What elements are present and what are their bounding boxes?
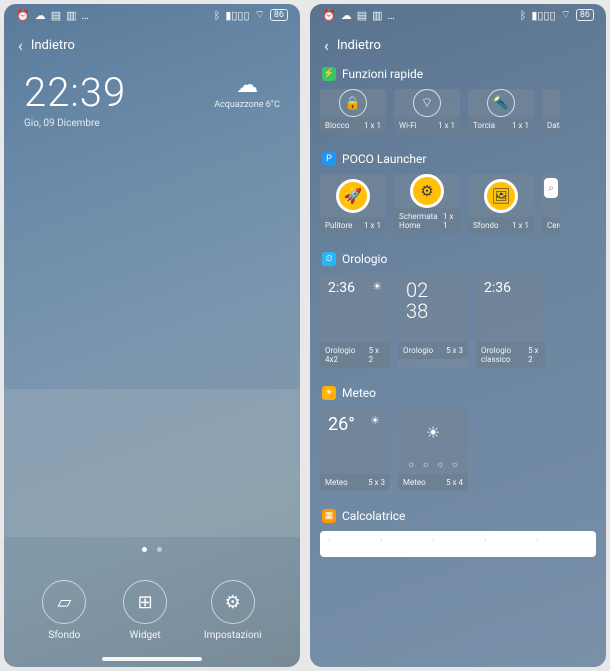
alarm-icon: ⏰: [16, 9, 30, 22]
chevron-left-icon: ‹: [18, 36, 23, 55]
icon-misc-1: ▤: [51, 9, 61, 22]
icon-misc-2: ▥: [372, 9, 382, 22]
section-orologio: ⏲ Orologio 2:36 ☀ Orologio 4x25 x 2 02 3…: [320, 248, 596, 368]
widget-orologio-4x2[interactable]: 2:36 ☀ Orologio 4x25 x 2: [320, 274, 390, 368]
settings-gear-icon: ⚙: [410, 174, 444, 208]
widget-meteo-5x3[interactable]: 26° ☀ Meteo5 x 3: [320, 408, 390, 491]
wifi-icon: ⌔: [413, 89, 441, 117]
signal-icon: ▮▯▯▯: [531, 9, 555, 22]
back-button[interactable]: ‹ Indietro: [4, 26, 300, 63]
status-bar: ⏰ ☁ ▤ ▥ … ᛒ ▮▯▯▯ ⌔ 86: [310, 4, 606, 26]
clock-date: Gio, 09 Dicembre: [24, 118, 126, 129]
calculator-icon: ▦: [322, 509, 336, 523]
widget-schermata-home[interactable]: ⚙ Schermata Home1 x 1: [394, 174, 460, 234]
bluetooth-icon: ᛒ: [520, 9, 527, 22]
alarm-icon: ⏰: [322, 9, 336, 22]
wallpaper-icon: ▱: [57, 592, 71, 613]
section-poco-launcher: P POCO Launcher 🚀 Pulitore1 x 1 ⚙ Scherm…: [320, 148, 596, 234]
wifi-icon: ⌔: [255, 8, 265, 22]
rain-cloud-icon: ☁: [236, 73, 258, 98]
weather-label: Acquazzone 6°C: [214, 100, 280, 110]
bottom-actions: ▱ Sfondo ⊞ Widget ⚙ Impostazioni: [4, 566, 300, 657]
section-title: Orologio: [342, 252, 387, 266]
sun-icon: ☀: [406, 414, 460, 450]
battery-indicator: 86: [576, 9, 594, 21]
widget-dati-peek[interactable]: Dati: [542, 89, 560, 134]
widget-sfondo[interactable]: 🖼 Sfondo1 x 1: [468, 174, 534, 234]
cloud-icon: ☁: [341, 9, 352, 22]
widget-calcolatrice[interactable]: ·····: [320, 531, 596, 557]
search-pill-icon: ⌕: [544, 178, 558, 198]
sun-icon: ☀: [372, 280, 382, 293]
home-indicator[interactable]: [102, 657, 202, 661]
clock-icon: ⏲: [322, 252, 336, 266]
signal-icon: ▮▯▯▯: [225, 9, 249, 22]
section-title: Funzioni rapide: [342, 67, 423, 81]
dot-active: [142, 547, 147, 552]
widget-blocco[interactable]: 🔒 Blocco1 x 1: [320, 89, 386, 134]
widget-meteo-5x4[interactable]: ☀ ☼☼☼☼ Meteo5 x 4: [398, 408, 468, 491]
lock-icon: 🔒: [339, 89, 367, 117]
action-widget[interactable]: ⊞ Widget: [123, 580, 167, 641]
action-sfondo[interactable]: ▱ Sfondo: [42, 580, 86, 641]
section-title: POCO Launcher: [342, 152, 426, 166]
widgets-icon: ⊞: [138, 592, 153, 613]
weather-icon: ☀: [322, 386, 336, 400]
back-label: Indietro: [31, 38, 75, 53]
widget-cerca-peek[interactable]: ⌕ Cerca: [542, 174, 560, 234]
icon-misc-1: ▤: [357, 9, 367, 22]
phone-right-widget-picker: ⏰ ☁ ▤ ▥ … ᛒ ▮▯▯▯ ⌔ 86 ‹ Indietro ⚡ Funzi…: [310, 4, 606, 667]
weather-widget[interactable]: ☁ Acquazzone 6°C: [214, 73, 280, 110]
section-title: Meteo: [342, 386, 376, 400]
flashlight-icon: 🔦: [487, 89, 515, 117]
cloud-icon: ☁: [35, 9, 46, 22]
section-title: Calcolatrice: [342, 509, 405, 523]
dot: [157, 547, 162, 552]
page-indicator: [4, 537, 300, 562]
lightning-icon: ⚡: [322, 67, 336, 81]
wifi-icon: ⌔: [561, 8, 571, 22]
widget-pulitore[interactable]: 🚀 Pulitore1 x 1: [320, 174, 386, 234]
more-icon: …: [82, 9, 89, 22]
widget-torcia[interactable]: 🔦 Torcia1 x 1: [468, 89, 534, 134]
status-bar: ⏰ ☁ ▤ ▥ … ᛒ ▮▯▯▯ ⌔ 86: [4, 4, 300, 26]
rocket-icon: 🚀: [336, 179, 370, 213]
widget-orologio-classico[interactable]: 2:36 Orologio classico5 x 2: [476, 274, 546, 368]
back-label: Indietro: [337, 38, 381, 53]
bluetooth-icon: ᛒ: [214, 9, 221, 22]
icon-misc-2: ▥: [66, 9, 76, 22]
sun-icon: ☀: [370, 414, 380, 427]
home-page-preview[interactable]: [4, 389, 300, 537]
section-meteo: ☀ Meteo 26° ☀ Meteo5 x 3 ☀ ☼☼☼☼ Meteo5: [320, 382, 596, 491]
clock-weather-row: 22:39 Gio, 09 Dicembre ☁ Acquazzone 6°C: [4, 63, 300, 129]
back-button[interactable]: ‹ Indietro: [310, 26, 606, 63]
phone-left-home-edit: ⏰ ☁ ▤ ▥ … ᛒ ▮▯▯▯ ⌔ 86 ‹ Indietro 22:39 G…: [4, 4, 300, 667]
widget-wifi[interactable]: ⌔ Wi-Fi1 x 1: [394, 89, 460, 134]
action-impostazioni[interactable]: ⚙ Impostazioni: [204, 580, 262, 641]
battery-indicator: 86: [270, 9, 288, 21]
gear-icon: ⚙: [225, 592, 241, 613]
picture-icon: 🖼: [484, 179, 518, 213]
poco-icon: P: [322, 152, 336, 166]
chevron-left-icon: ‹: [324, 36, 329, 55]
clock-time: 22:39: [24, 69, 126, 116]
more-icon: …: [388, 9, 395, 22]
widget-orologio[interactable]: 02 38 Orologio5 x 3: [398, 274, 468, 368]
section-funzioni-rapide: ⚡ Funzioni rapide 🔒 Blocco1 x 1 ⌔ Wi-Fi1…: [320, 63, 596, 134]
section-calcolatrice: ▦ Calcolatrice ·····: [320, 505, 596, 557]
